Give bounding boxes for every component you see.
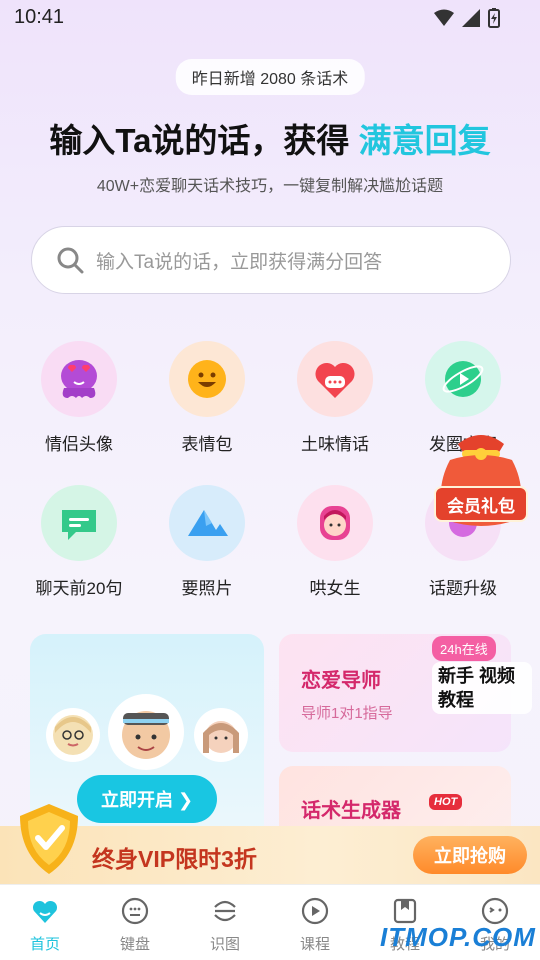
page-headline: 输入Ta说的话，获得 满意回复 (0, 114, 540, 162)
online-badge: 24h在线 (432, 636, 496, 661)
feature-first-20-lines[interactable]: 聊天前20句 (15, 485, 143, 599)
tab-keyboard[interactable]: 键盘 (90, 897, 180, 954)
mountain-photo-icon (169, 485, 245, 561)
search-icon (57, 247, 84, 274)
headline-highlight: 满意回复 (358, 122, 491, 159)
card-title: 话术生成器 (301, 800, 401, 822)
smiley-icon (169, 341, 245, 417)
search-placeholder: 输入Ta说的话，立即获得满分回答 (96, 251, 383, 273)
vip-shield-icon (20, 804, 78, 874)
status-bar: 10:41 (0, 0, 540, 36)
page-subtitle: 40W+恋爱聊天话术技巧，一键复制解决尴尬话题 (96, 178, 444, 195)
tab-label: 首页 (29, 936, 60, 953)
skull-hearts-icon (41, 341, 117, 417)
feature-label: 聊天前20句 (35, 579, 123, 598)
feature-please-girls[interactable]: 哄女生 (271, 485, 399, 599)
feature-label: 表情包 (181, 435, 233, 454)
feature-label: 要照片 (181, 579, 233, 598)
hot-badge: HOT (429, 794, 463, 810)
tab-courses[interactable]: 课程 (270, 897, 360, 954)
scan-icon (211, 897, 239, 925)
feature-couple-avatar[interactable]: 情侣头像 (15, 341, 143, 455)
chat-bubble-icon (41, 485, 117, 561)
play-icon (301, 897, 329, 925)
heart-chat-icon (297, 341, 373, 417)
card-title: 恋爱导师 (301, 670, 381, 692)
keyboard-face-icon (121, 897, 149, 925)
new-count-badge: 昨日新增 2080 条话术 (175, 59, 365, 95)
headline-main: 输入Ta说的话，获得 (49, 122, 359, 159)
avatar (108, 694, 184, 770)
vip-promo-text: 终身VIP限时3折 (92, 846, 257, 872)
feature-label: 情侣头像 (45, 435, 113, 454)
tab-label: 键盘 (119, 936, 150, 953)
girl-face-icon (297, 485, 373, 561)
site-watermark: ITMOP.COM (380, 922, 536, 952)
tab-home[interactable]: 首页 (0, 897, 90, 954)
start-now-button[interactable]: 立即开启 ❯ (77, 775, 217, 823)
search-input[interactable]: 输入Ta说的话，立即获得满分回答 (31, 226, 511, 294)
beginner-video-tutorial[interactable]: 新手 视频教程 (432, 662, 532, 714)
feature-label: 土味情话 (301, 435, 369, 454)
gift-label: 会员礼包 (434, 486, 528, 522)
feature-cheesy-lines[interactable]: 土味情话 (271, 341, 399, 455)
home-heart-icon (31, 897, 59, 925)
feature-ask-photos[interactable]: 要照片 (143, 485, 271, 599)
status-icons (434, 8, 500, 28)
wifi-icon (434, 9, 454, 26)
feature-stickers[interactable]: 表情包 (143, 341, 271, 455)
member-gift-pack[interactable]: 会员礼包 (428, 420, 534, 538)
tab-label: 识图 (209, 936, 240, 953)
avatar (194, 708, 248, 762)
tab-label: 课程 (299, 936, 330, 953)
signal-icon (462, 9, 480, 27)
battery-icon (488, 8, 500, 28)
bookmark-icon (391, 897, 419, 925)
card-subtitle: 导师1对1指导 (301, 705, 393, 722)
feature-label: 话题升级 (429, 579, 497, 598)
buy-now-button[interactable]: 立即抢购 (413, 836, 527, 874)
status-time: 10:41 (14, 6, 65, 28)
feature-label: 哄女生 (309, 579, 361, 598)
planet-icon (425, 341, 501, 417)
tab-image-recognition[interactable]: 识图 (180, 897, 270, 954)
avatar (46, 708, 100, 762)
profile-face-icon (481, 897, 509, 925)
